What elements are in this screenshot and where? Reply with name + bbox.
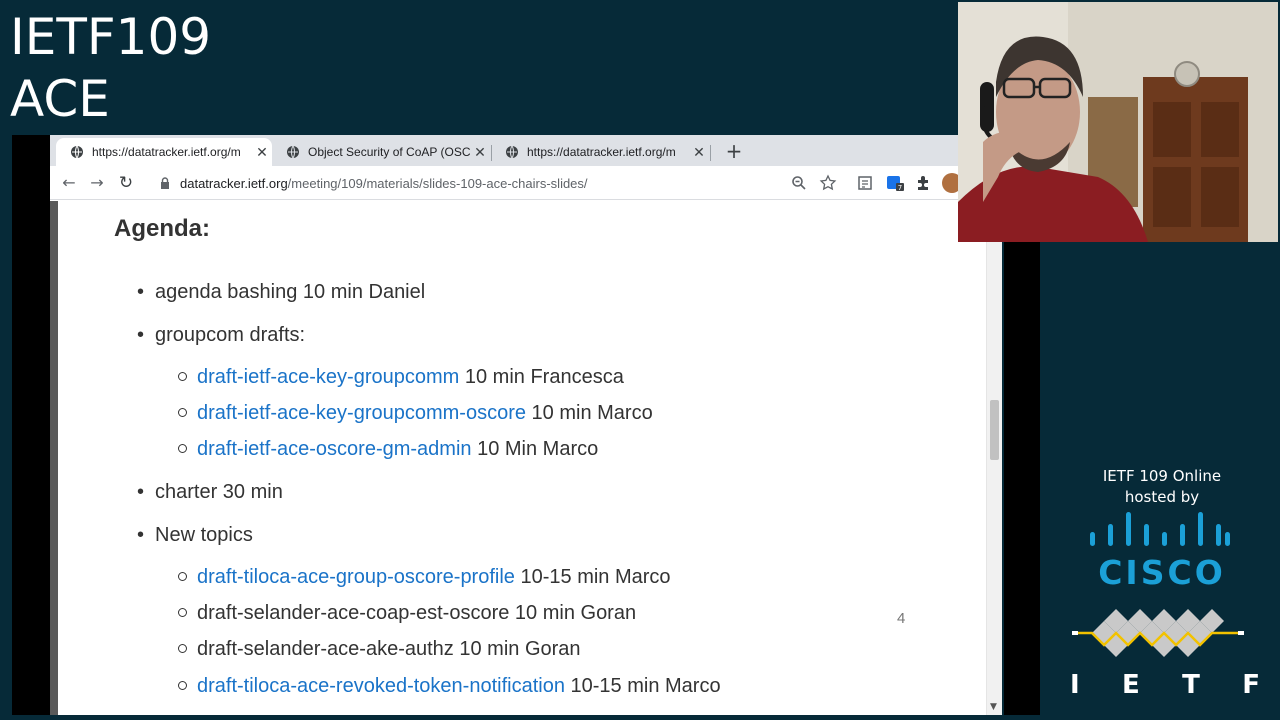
slide-page-number: 4 <box>897 610 906 627</box>
list-item: draft-selander-ace-ake-authz 10 min Gora… <box>178 638 581 661</box>
session-title-line1: IETF109 <box>10 8 212 66</box>
tab-title: https://datatracker.ietf.org/m <box>92 145 241 159</box>
draft-link[interactable]: draft-ietf-ace-key-groupcomm <box>197 366 459 388</box>
tab-datatracker-2[interactable]: https://datatracker.ietf.org/m ✕ <box>491 138 709 166</box>
tab-close-icon[interactable]: ✕ <box>689 144 709 161</box>
draft-link[interactable]: draft-tiloca-ace-revoked-token-notificat… <box>197 675 565 697</box>
ietf-letter: I <box>1070 670 1080 700</box>
globe-icon <box>506 145 518 159</box>
list-item: • New topics <box>137 524 253 547</box>
ietf-wordmark: I E T F <box>1070 670 1260 700</box>
session-title-line2: ACE <box>10 70 110 128</box>
sponsor-line1: IETF 109 Online <box>1102 467 1222 485</box>
globe-icon <box>287 145 299 159</box>
lock-icon <box>161 177 169 189</box>
webcam-video <box>958 2 1278 242</box>
circle-bullet-icon <box>178 372 187 381</box>
item-text: draft-selander-ace-coap-est-oscore 10 mi… <box>197 602 637 624</box>
new-tab-button[interactable]: + <box>722 140 746 164</box>
letterbox-left <box>12 135 50 715</box>
circle-bullet-icon <box>178 681 187 690</box>
item-detail: 10 Min Marco <box>471 438 599 460</box>
scroll-down-arrow-icon[interactable]: ▼ <box>990 702 997 712</box>
item-text: charter 30 min <box>155 481 283 503</box>
item-detail: 10 min Marco <box>526 402 653 424</box>
globe-icon <box>71 145 83 159</box>
bullet-icon: • <box>137 281 145 303</box>
tab-strip: https://datatracker.ietf.org/m ✕ Object … <box>50 135 958 166</box>
circle-bullet-icon <box>178 572 187 581</box>
item-detail: 10-15 min Marco <box>564 675 721 697</box>
sponsor-line2: hosted by <box>1124 488 1200 506</box>
browser-window: https://datatracker.ietf.org/m ✕ Object … <box>50 135 958 715</box>
list-item: draft-tiloca-ace-revoked-token-notificat… <box>178 675 721 698</box>
cisco-wordmark: CISCO <box>1098 553 1226 592</box>
ietf-letter: F <box>1242 670 1260 700</box>
page-right-margin <box>958 242 986 715</box>
back-icon[interactable]: ← <box>58 172 80 194</box>
session-title: IETF109 ACE <box>10 6 211 130</box>
item-text: agenda bashing 10 min Daniel <box>155 281 426 303</box>
profile-avatar[interactable] <box>942 173 958 193</box>
tab-separator <box>710 145 711 161</box>
ietf-letter: E <box>1122 670 1140 700</box>
scrollbar-thumb[interactable] <box>990 400 999 460</box>
url-path: /meeting/109/materials/slides-109-ace-ch… <box>287 175 588 191</box>
list-item: draft-ietf-ace-oscore-gm-admin 10 Min Ma… <box>178 438 599 461</box>
bullet-icon: • <box>137 324 145 346</box>
tab-close-icon[interactable]: ✕ <box>252 144 272 161</box>
circle-bullet-icon <box>178 644 187 653</box>
bullet-icon: • <box>137 481 145 503</box>
tab-datatracker-1[interactable]: https://datatracker.ietf.org/m ✕ <box>56 138 272 166</box>
tab-oscore[interactable]: Object Security of CoAP (OSCO ✕ <box>272 138 490 166</box>
item-text: groupcom drafts: <box>155 324 306 346</box>
list-item: draft-selander-ace-coap-est-oscore 10 mi… <box>178 602 637 625</box>
list-item: • groupcom drafts: <box>137 324 306 347</box>
list-item: • agenda bashing 10 min Daniel <box>137 281 426 304</box>
list-item: draft-tiloca-ace-group-oscore-profile 10… <box>178 566 671 589</box>
circle-bullet-icon <box>178 408 187 417</box>
list-item: • charter 30 min <box>137 481 283 504</box>
item-text: draft-selander-ace-ake-authz 10 min Gora… <box>197 638 581 660</box>
draft-link[interactable]: draft-tiloca-ace-group-oscore-profile <box>197 566 515 588</box>
item-detail: 10 min Francesca <box>459 366 624 388</box>
reload-icon[interactable]: ↻ <box>115 172 137 194</box>
slide-page: Agenda: • agenda bashing 10 min Daniel •… <box>50 201 958 715</box>
circle-bullet-icon <box>178 608 187 617</box>
forward-icon[interactable]: → <box>86 172 108 194</box>
list-item: draft-ietf-ace-key-groupcomm 10 min Fran… <box>178 366 624 389</box>
page-edge <box>50 201 58 715</box>
circle-bullet-icon <box>178 444 187 453</box>
agenda-heading: Agenda: <box>114 215 210 242</box>
reading-list-icon[interactable] <box>856 174 874 192</box>
bookmark-star-icon[interactable] <box>819 174 837 192</box>
item-detail: 10-15 min Marco <box>514 566 671 588</box>
browser-toolbar: ← → ↻ datatracker.ietf.org/meeting/109/m… <box>50 166 958 200</box>
letterbox-right <box>1004 240 1040 715</box>
zoom-icon[interactable] <box>790 174 808 192</box>
extensions-puzzle-icon[interactable] <box>914 174 932 192</box>
draft-link[interactable]: draft-ietf-ace-oscore-gm-admin <box>197 438 472 460</box>
tab-close-icon[interactable]: ✕ <box>470 144 490 161</box>
participant-video-image <box>958 2 1278 242</box>
item-text: New topics <box>155 524 253 546</box>
cisco-bars-logo <box>1090 512 1230 546</box>
ietf-letter: T <box>1182 670 1200 700</box>
tab-title: https://datatracker.ietf.org/m <box>527 145 676 159</box>
sponsor-text: IETF 109 Online hosted by <box>1062 466 1262 508</box>
extension-badge-icon[interactable]: 7 <box>886 174 904 192</box>
draft-link[interactable]: draft-ietf-ace-key-groupcomm-oscore <box>197 402 526 424</box>
bullet-icon: • <box>137 524 145 546</box>
svg-text:7: 7 <box>898 184 902 192</box>
url-host: datatracker.ietf.org <box>180 175 288 191</box>
tab-title: Object Security of CoAP (OSCO <box>308 145 470 159</box>
scrollbar[interactable] <box>986 240 1002 715</box>
list-item: draft-ietf-ace-key-groupcomm-oscore 10 m… <box>178 402 653 425</box>
ietf-diamond-logo <box>1072 609 1244 657</box>
address-bar[interactable]: datatracker.ietf.org/meeting/109/materia… <box>148 169 808 197</box>
